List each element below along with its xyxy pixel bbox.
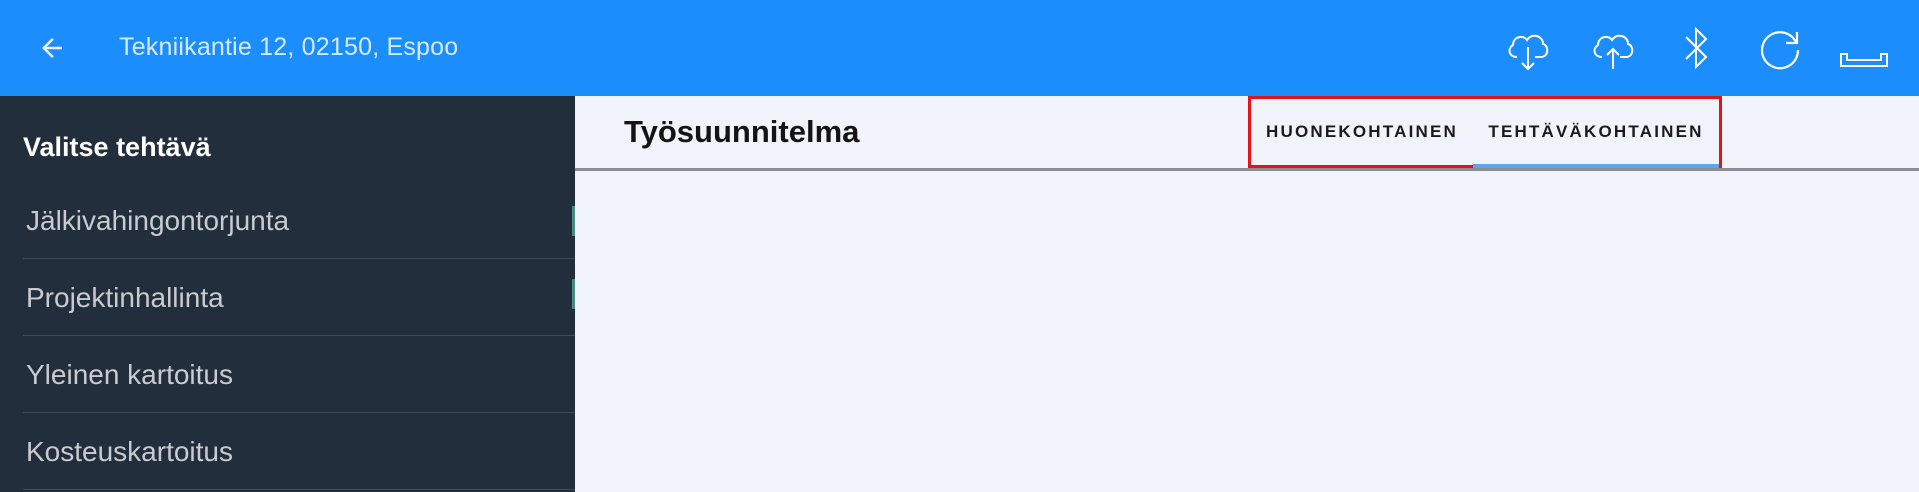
- refresh-button[interactable]: [1754, 22, 1806, 74]
- tab-huonekohtainen[interactable]: HUONEKOHTAINEN: [1251, 99, 1473, 165]
- cloud-download-icon: [1508, 34, 1549, 71]
- sidebar-item-label: Kosteuskartoitus: [26, 436, 233, 467]
- sidebar-item-label: Projektinhallinta: [26, 282, 224, 313]
- refresh-icon: [1760, 31, 1800, 70]
- measure-tool-button[interactable]: [1838, 22, 1890, 74]
- sidebar-heading: Valitse tehtävä: [23, 132, 211, 162]
- active-tab-indicator: [1473, 164, 1719, 168]
- cloud-download-button[interactable]: [1502, 22, 1554, 74]
- page-title: Työsuunnitelma: [624, 114, 860, 149]
- bluetooth-icon: [1685, 26, 1708, 70]
- main-header: Työsuunnitelma HUONEKOHTAINEN TEHTÄVÄKOH…: [575, 96, 1919, 171]
- cloud-upload-icon: [1593, 34, 1634, 69]
- cloud-upload-button[interactable]: [1587, 22, 1639, 74]
- sidebar-item-jalkivahingontorjunta[interactable]: Jälkivahingontorjunta: [23, 182, 575, 259]
- tab-label: TEHTÄVÄKOHTAINEN: [1488, 122, 1704, 141]
- top-app-bar: Tekniikantie 12, 02150, Espoo: [0, 0, 1919, 96]
- measure-tool-icon: [1840, 53, 1888, 67]
- sidebar-item-label: Jälkivahingontorjunta: [26, 205, 290, 236]
- sidebar-item-label: Yleinen kartoitus: [26, 359, 234, 390]
- sidebar-item-projektinhallinta[interactable]: Projektinhallinta: [23, 259, 575, 336]
- view-mode-tabs: HUONEKOHTAINEN TEHTÄVÄKOHTAINEN: [1248, 96, 1722, 168]
- task-sidebar: Valitse tehtävä Jälkivahingontorjunta Pr…: [0, 96, 575, 492]
- address-title: Tekniikantie 12, 02150, Espoo: [119, 33, 459, 61]
- back-arrow-icon: [42, 38, 62, 58]
- bluetooth-button[interactable]: [1670, 22, 1722, 74]
- tab-tehtavakohtainen[interactable]: TEHTÄVÄKOHTAINEN: [1473, 99, 1719, 168]
- task-content-area: [575, 171, 1919, 492]
- tab-label: HUONEKOHTAINEN: [1266, 122, 1458, 141]
- back-button[interactable]: [30, 28, 74, 68]
- sidebar-item-kosteuskartoitus[interactable]: Kosteuskartoitus: [23, 413, 575, 490]
- sidebar-item-yleinen-kartoitus[interactable]: Yleinen kartoitus: [23, 336, 575, 413]
